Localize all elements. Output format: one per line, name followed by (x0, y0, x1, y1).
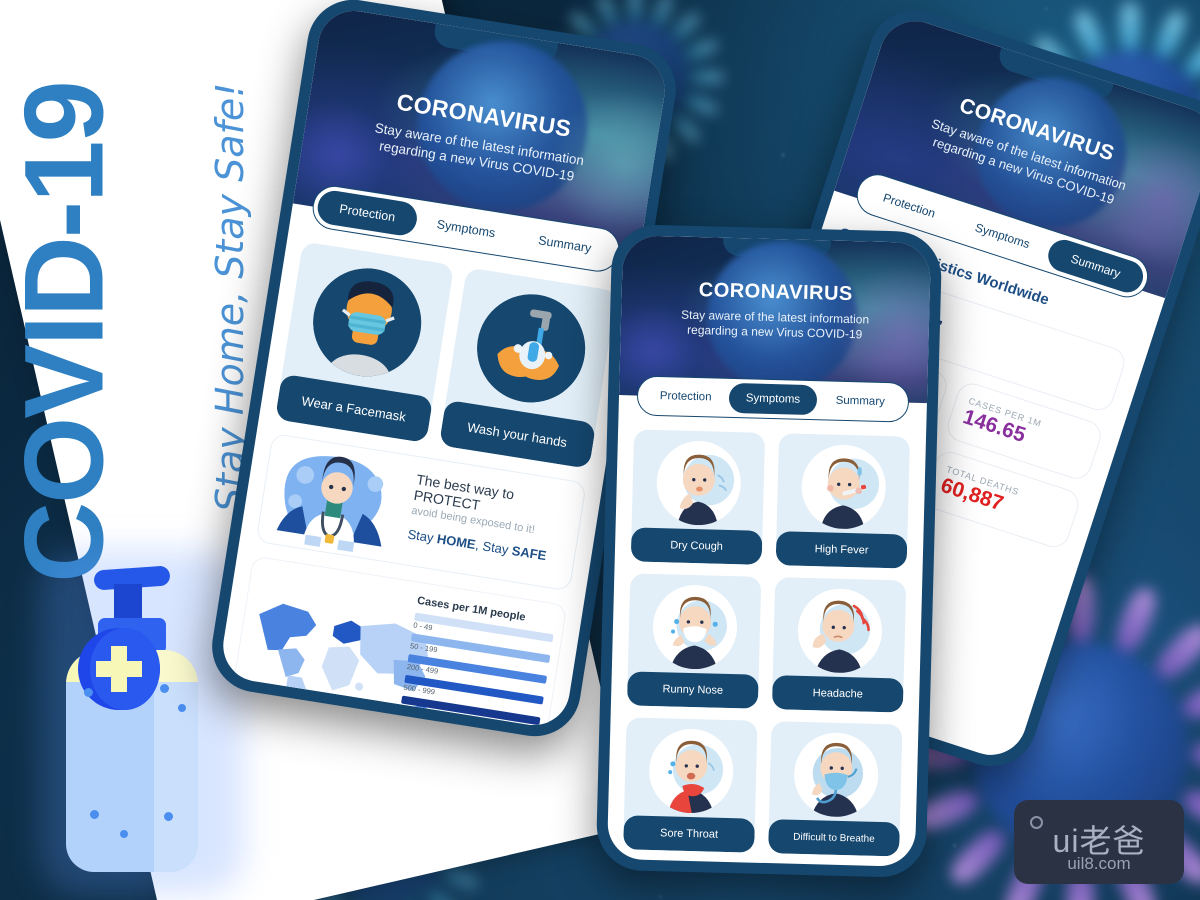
protection-card-label: Wear a Facemask (275, 374, 433, 443)
protection-card[interactable]: Wear a Facemask (275, 241, 454, 443)
banner-line-3-bold-home: HOME (436, 531, 477, 552)
symptom-card-label: Runny Nose (627, 671, 759, 708)
background-speck (767, 26, 769, 28)
symptom-card[interactable]: Dry Cough (631, 429, 765, 564)
background-speck (659, 895, 663, 899)
hand-sanitizer-icon (52, 562, 232, 882)
virus-spike (1120, 2, 1140, 50)
tab-symptoms[interactable]: Symptoms (729, 383, 817, 415)
oxygen-mask-boy-icon (793, 732, 879, 818)
map-legend: Cases per 1M people 0 - 49 50 - 199 200 … (400, 595, 557, 730)
virus-spike (691, 70, 724, 84)
symptom-card[interactable]: Difficult to Breathe (768, 721, 902, 856)
sneezing-boy-icon (651, 584, 737, 670)
protection-card[interactable]: Wash your hands (438, 267, 617, 469)
watermark-badge: ui老爸 uil8.com (1014, 800, 1184, 884)
symptom-card-label: Dry Cough (631, 527, 763, 564)
poster-canvas: COVID-19 Stay Home, Stay Safe! CORONAVIR… (0, 0, 1200, 900)
headache-boy-icon (796, 588, 882, 674)
sore-throat-boy-icon (648, 728, 734, 814)
symptom-card-label: Headache (772, 675, 904, 712)
doctor-icon (257, 434, 414, 563)
protection-card-label: Wash your hands (438, 400, 596, 469)
virus-spike (595, 0, 620, 28)
watermark-url: uil8.com (1014, 854, 1184, 874)
washing-hands-icon (469, 287, 593, 411)
background-speck (781, 153, 785, 157)
page-title: COVID-19 (0, 33, 129, 633)
phone-symptoms: CORONAVIRUS Stay aware of the latest inf… (596, 224, 943, 878)
virus-spike (650, 0, 675, 28)
symptom-card-label: High Fever (776, 531, 908, 568)
thermometer-boy-icon (800, 444, 886, 530)
symptom-card-label: Sore Throat (623, 815, 755, 852)
tab-protection[interactable]: Protection (642, 381, 730, 413)
banner-line-3-plain-a: Stay (407, 526, 439, 545)
background-speck (953, 844, 956, 847)
virus-spike (1192, 741, 1200, 768)
coughing-boy-icon (655, 440, 741, 526)
virus-spike (628, 0, 642, 21)
symptom-card[interactable]: Runny Nose (627, 573, 761, 708)
banner-line-3-bold-safe: SAFE (511, 543, 548, 563)
tab-bar: Protection Symptoms Summary (637, 375, 910, 422)
facemask-icon (306, 261, 430, 385)
symptom-card[interactable]: Sore Throat (623, 717, 757, 852)
tab-summary[interactable]: Summary (816, 385, 904, 417)
symptom-card[interactable]: High Fever (776, 433, 910, 568)
symptom-card-label: Difficult to Breathe (768, 819, 900, 856)
banner-line-3-plain-b: , Stay (474, 537, 513, 558)
background-speck (1045, 7, 1048, 10)
symptom-card[interactable]: Headache (772, 577, 906, 712)
